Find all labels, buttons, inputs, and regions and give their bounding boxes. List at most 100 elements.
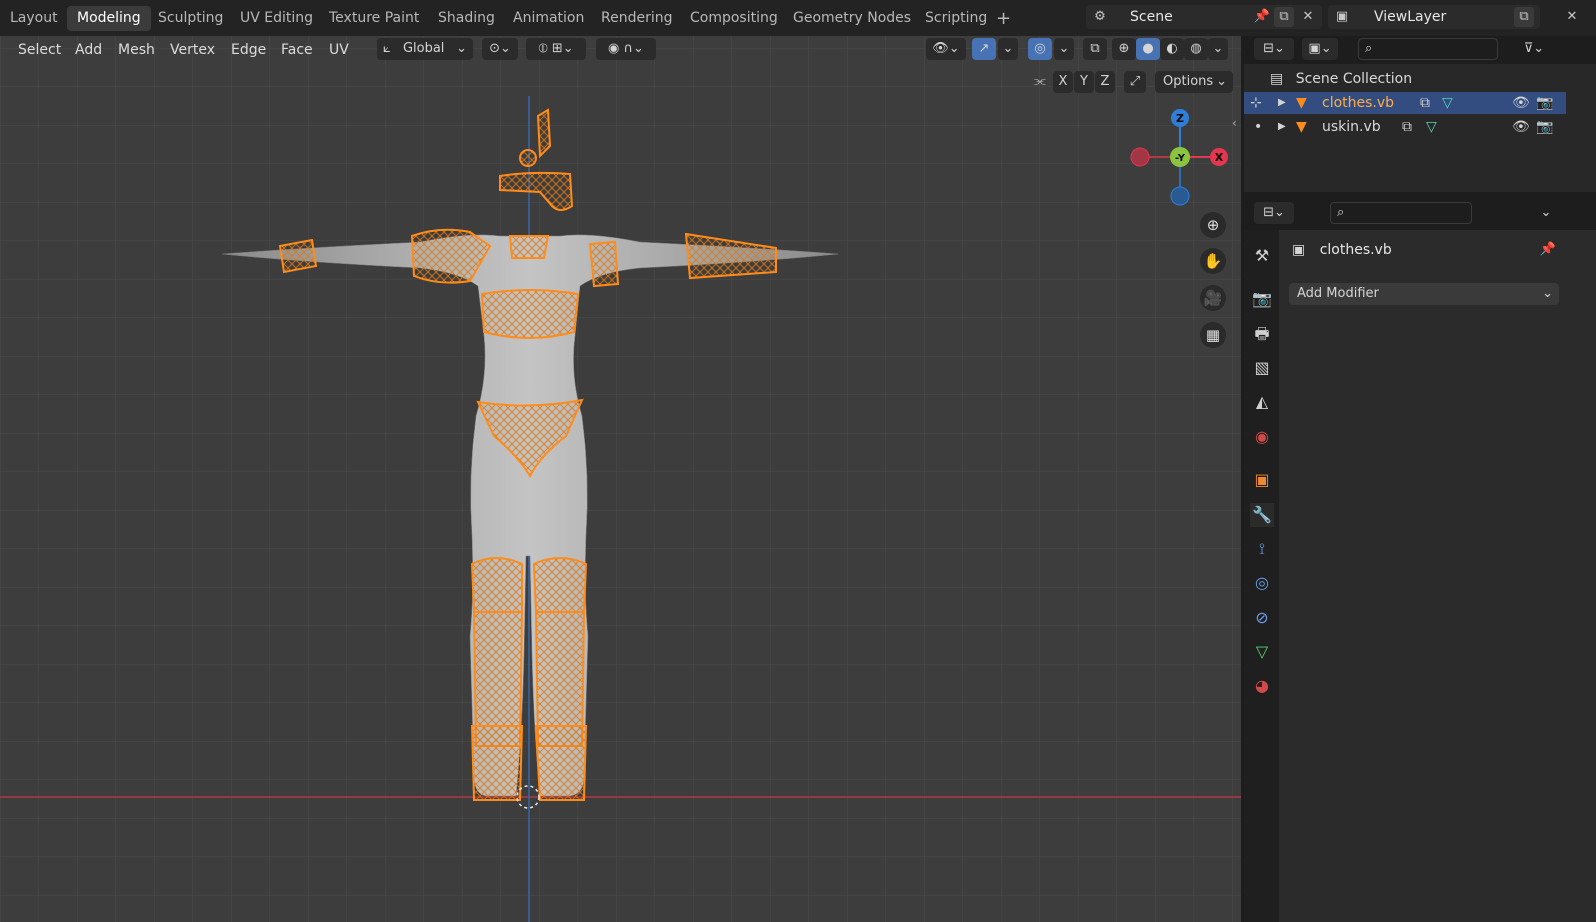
tab-shading[interactable]: Shading [428, 6, 505, 31]
tab-compositing[interactable]: Compositing [680, 6, 788, 31]
new-viewlayer-icon[interactable]: ⧉ [1514, 7, 1534, 27]
outliner-item-clothes[interactable]: ⊹ ▶ ▼ clothes.vb ⧉ ▽ 👁 📷 [1244, 92, 1566, 114]
axis-x-toggle[interactable]: X [1053, 71, 1073, 93]
constraints-tab-icon[interactable]: ⊘ [1250, 606, 1274, 630]
editor-type-dropdown[interactable]: ⊟⌄ [1254, 38, 1294, 60]
data-tab-icon[interactable]: ▽ [1250, 640, 1274, 664]
add-workspace-icon[interactable]: + [996, 6, 1011, 31]
menu-select[interactable]: Select [18, 40, 61, 60]
gizmo-toggle-icon[interactable]: ↗ [972, 38, 996, 60]
physics-tab-icon[interactable]: ◎ [1250, 571, 1274, 595]
gizmo-x-label: X [1215, 151, 1224, 164]
output-tab-icon[interactable]: 🖶 [1250, 322, 1274, 346]
3d-viewport[interactable] [0, 36, 1241, 922]
filter-icon[interactable]: ⊽⌄ [1516, 38, 1552, 60]
tab-sculpting[interactable]: Sculpting [148, 6, 233, 31]
overlay-toggle-icon[interactable]: ◎ [1028, 38, 1052, 60]
tab-uv-editing[interactable]: UV Editing [230, 6, 323, 31]
tab-layout[interactable]: Layout [0, 6, 68, 31]
topology-icon[interactable]: ⤢ [1124, 71, 1146, 93]
camera-render-icon[interactable]: 📷 [1536, 92, 1553, 114]
menu-uv[interactable]: UV [329, 40, 349, 60]
orientation-icon: ⟀ [383, 41, 391, 56]
tab-modeling[interactable]: Modeling [67, 6, 151, 31]
solid-shading-icon[interactable]: ● [1136, 38, 1160, 60]
close-icon[interactable]: ✕ [1298, 7, 1318, 27]
chevron-down-icon: ⌄ [456, 41, 467, 56]
sidebar-toggle-icon[interactable]: ‹ [1232, 116, 1237, 130]
close-icon[interactable]: ✕ [1562, 7, 1582, 27]
pin-icon[interactable]: 📌 [1538, 240, 1558, 260]
world-tab-icon[interactable]: ◉ [1250, 425, 1274, 449]
add-modifier-dropdown[interactable]: Add Modifier ⌄ [1289, 283, 1559, 305]
transform-orientation-dropdown[interactable]: ⟀ Global ⌄ [377, 38, 473, 60]
outliner-item-label[interactable]: uskin.vb [1322, 116, 1381, 138]
scene-selector[interactable]: ⚙ Scene 📌 ⧉ ✕ [1086, 5, 1322, 29]
scene-collection-row[interactable]: ▤ Scene Collection [1270, 68, 1412, 90]
material-shading-icon[interactable]: ◐ [1160, 38, 1184, 60]
properties-search-input[interactable]: ⌕ [1330, 202, 1472, 224]
viewlayer-name[interactable]: ViewLayer [1374, 5, 1446, 29]
tab-geometry-nodes[interactable]: Geometry Nodes [783, 6, 921, 31]
options-dropdown[interactable]: Options ⌄ [1155, 71, 1233, 93]
particles-tab-icon[interactable]: ⟟ [1250, 537, 1274, 561]
dot-icon: • [1254, 119, 1263, 135]
object-tab-icon[interactable]: ▣ [1250, 468, 1274, 492]
chevron-down-icon[interactable]: ⌄ [1534, 202, 1558, 224]
scene-name[interactable]: Scene [1130, 5, 1173, 29]
display-mode-dropdown[interactable]: ▣⌄ [1302, 38, 1338, 60]
chevron-down-icon[interactable]: ⌄ [1208, 38, 1228, 60]
menu-mesh[interactable]: Mesh [118, 40, 155, 60]
outliner-item-uskin[interactable]: • ▶ ▼ uskin.vb ⧉ ▽ 👁 📷 [1244, 116, 1566, 138]
menu-edge[interactable]: Edge [231, 40, 266, 60]
mesh-data-icon: ▽ [1442, 95, 1453, 111]
axis-y-toggle[interactable]: Y [1074, 71, 1094, 93]
edit-mode-icon[interactable]: ⊹ [1250, 92, 1262, 114]
modifier-tab-icon[interactable]: 🔧 [1250, 503, 1274, 527]
zoom-icon[interactable]: ⊕ [1200, 212, 1226, 238]
pivot-dropdown[interactable]: ⊙⌄ [482, 38, 518, 60]
camera-render-icon[interactable]: 📷 [1536, 116, 1553, 138]
hand-pan-icon[interactable]: ✋ [1200, 248, 1226, 274]
view-layer-tab-icon[interactable]: ▧ [1250, 356, 1274, 380]
wireframe-shading-icon[interactable]: ⊕ [1112, 38, 1136, 60]
eye-icon[interactable]: 👁 [1512, 92, 1530, 114]
camera-icon[interactable]: 🎥 [1200, 285, 1226, 311]
chevron-down-icon[interactable]: ⌄ [998, 38, 1018, 60]
tab-scripting[interactable]: Scripting [915, 6, 997, 31]
material-tab-icon[interactable]: ◕ [1250, 674, 1274, 698]
snap-controls[interactable]: ⦶ ⊞⌄ [526, 38, 586, 60]
menu-add[interactable]: Add [75, 40, 102, 60]
pin-icon[interactable]: 📌 [1252, 7, 1272, 27]
chevron-down-icon[interactable]: ⌄ [1054, 38, 1074, 60]
navigation-gizmo[interactable]: Z X -Y [1130, 108, 1230, 208]
tab-rendering[interactable]: Rendering [591, 6, 683, 31]
menu-vertex[interactable]: Vertex [170, 40, 215, 60]
gizmo-z-label: Z [1176, 112, 1184, 125]
outliner-search-input[interactable]: ⌕ [1358, 38, 1498, 60]
outliner-item-label[interactable]: clothes.vb [1322, 92, 1394, 114]
grid-perspective-icon[interactable]: ▦ [1200, 322, 1226, 348]
properties-editor-dropdown[interactable]: ⊟⌄ [1254, 202, 1294, 224]
menu-face[interactable]: Face [281, 40, 313, 60]
visibility-dropdown[interactable]: 👁⌄ [926, 38, 966, 60]
scene-tab-icon[interactable]: ◭ [1250, 390, 1274, 414]
proportional-edit[interactable]: ◉ ∩⌄ [596, 38, 656, 60]
render-tab-icon[interactable]: 📷 [1250, 287, 1274, 311]
tab-texture-paint[interactable]: Texture Paint [319, 6, 429, 31]
modifier-icon: ⧉ [1420, 95, 1430, 111]
new-scene-icon[interactable]: ⧉ [1274, 7, 1294, 27]
mirror-icon[interactable]: ⫘ [1030, 71, 1050, 93]
expand-arrow-icon[interactable]: ▶ [1278, 116, 1286, 138]
viewlayer-selector[interactable]: ▣ ViewLayer ⧉ [1328, 5, 1540, 29]
rendered-shading-icon[interactable]: ◍ [1184, 38, 1208, 60]
scene-collection-label: Scene Collection [1295, 71, 1413, 87]
tool-tab-icon[interactable]: ⚒ [1250, 244, 1274, 268]
expand-arrow-icon[interactable]: ▶ [1278, 92, 1286, 114]
eye-icon[interactable]: 👁 [1512, 116, 1530, 138]
xray-toggle-icon[interactable]: ⧉ [1083, 38, 1107, 60]
add-modifier-label: Add Modifier [1297, 286, 1379, 301]
axis-z-toggle[interactable]: Z [1095, 71, 1115, 93]
viewport-canvas[interactable] [0, 36, 1241, 922]
tab-animation[interactable]: Animation [503, 6, 594, 31]
